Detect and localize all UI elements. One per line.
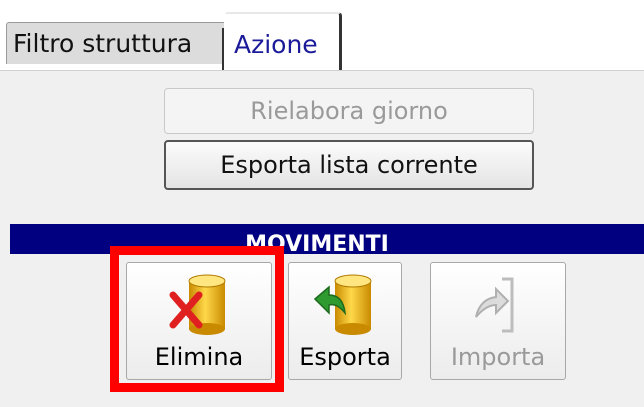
db-delete-icon: [169, 274, 226, 335]
tab-azione[interactable]: Azione: [222, 12, 342, 70]
section-header-movimenti: MOVIMENTI: [10, 224, 644, 257]
button-label: Esporta: [299, 343, 391, 371]
db-export-icon: [313, 274, 372, 335]
elimina-button[interactable]: Elimina: [126, 262, 272, 380]
importa-button[interactable]: Importa: [430, 262, 566, 380]
esporta-button[interactable]: Esporta: [288, 262, 402, 380]
section-title: MOVIMENTI: [245, 232, 389, 257]
rielabora-giorno-button[interactable]: Rielabora giorno: [164, 88, 534, 134]
import-icon: [475, 277, 514, 333]
tab-filtro-struttura[interactable]: Filtro struttura: [6, 22, 228, 64]
button-label: Rielabora giorno: [250, 97, 448, 125]
esporta-lista-corrente-button[interactable]: Esporta lista corrente: [164, 140, 534, 190]
button-label: Importa: [450, 343, 546, 371]
button-label: Esporta lista corrente: [220, 151, 478, 179]
tab-label: Filtro struttura: [13, 29, 193, 58]
tab-label: Azione: [234, 29, 318, 59]
tab-strip: Filtro struttura Azione: [0, 0, 644, 70]
tab-divider: [222, 28, 224, 70]
button-label: Elimina: [154, 343, 244, 371]
